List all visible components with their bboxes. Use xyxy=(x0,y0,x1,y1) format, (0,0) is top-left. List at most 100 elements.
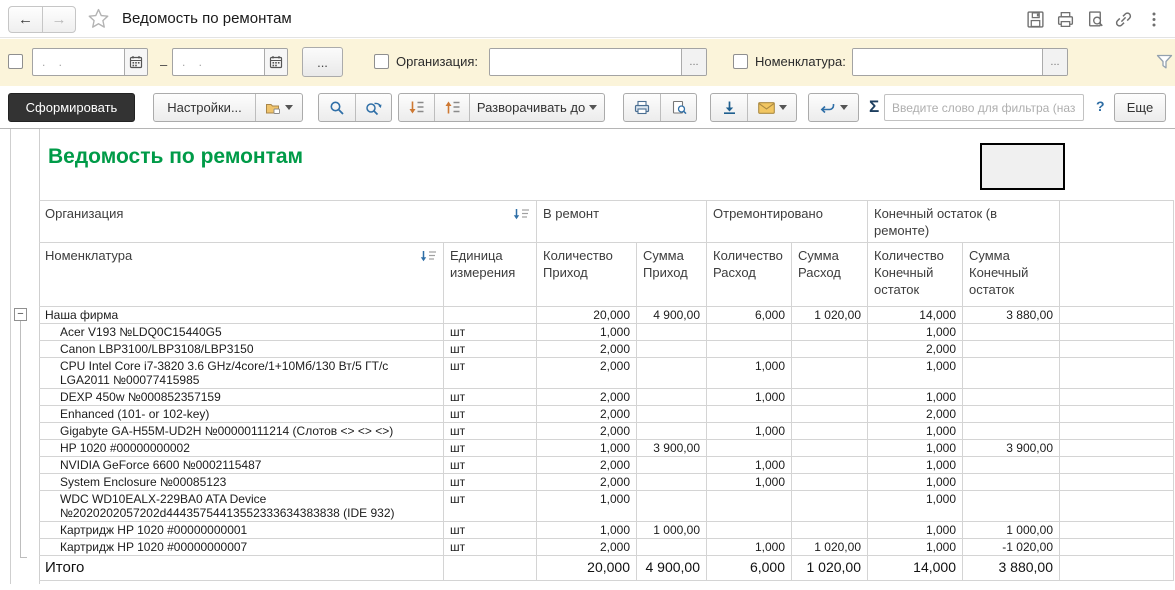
cell-qty-end[interactable]: 1,000 xyxy=(868,324,963,341)
cell-qty-end[interactable]: 1,000 xyxy=(868,457,963,474)
column-header-sum-end[interactable]: Сумма Конечный остаток xyxy=(963,243,1060,307)
cell-sum-out[interactable]: 1 020,00 xyxy=(792,539,868,556)
column-header-qty-in[interactable]: Количество Приход xyxy=(537,243,637,307)
cell-filler[interactable] xyxy=(1060,307,1174,324)
cell-unit[interactable]: шт xyxy=(444,389,537,406)
cell-filler[interactable] xyxy=(1060,440,1174,457)
cell-sum-out[interactable] xyxy=(792,491,868,522)
cell-filler[interactable] xyxy=(1060,556,1174,581)
organization-checkbox[interactable] xyxy=(374,54,389,69)
cell-qty-out[interactable]: 1,000 xyxy=(707,457,792,474)
cell-qty-end[interactable]: 2,000 xyxy=(868,341,963,358)
period-from-input[interactable] xyxy=(33,49,124,75)
organization-input[interactable] xyxy=(490,49,681,75)
cell-name[interactable]: Canon LBP3100/LBP3108/LBP3150 xyxy=(39,341,444,358)
cell-name[interactable]: Наша фирма xyxy=(39,307,444,324)
save-icon[interactable] xyxy=(1026,10,1045,29)
cell-unit[interactable]: шт xyxy=(444,324,537,341)
cell-qty-out[interactable] xyxy=(707,522,792,539)
cell-qty-end[interactable]: 14,000 xyxy=(868,556,963,581)
cell-sum-in[interactable] xyxy=(637,474,707,491)
totals-sigma-button[interactable]: Σ xyxy=(869,97,879,117)
column-header-sum-in[interactable]: Сумма Приход xyxy=(637,243,707,307)
back-button[interactable]: ← xyxy=(9,7,42,32)
cell-filler[interactable] xyxy=(1060,522,1174,539)
cell-unit[interactable]: шт xyxy=(444,440,537,457)
cell-total-label[interactable]: Итого xyxy=(39,556,444,581)
cell-filler[interactable] xyxy=(1060,406,1174,423)
favorite-star-icon[interactable] xyxy=(88,8,109,29)
cell-sum-out[interactable] xyxy=(792,358,868,389)
nomenclature-checkbox[interactable] xyxy=(733,54,748,69)
cell-sum-end[interactable]: 3 880,00 xyxy=(963,307,1060,324)
cell-qty-end[interactable]: 1,000 xyxy=(868,491,963,522)
cell-sum-end[interactable] xyxy=(963,341,1060,358)
column-header-repaired[interactable]: Отремонтировано xyxy=(707,201,868,243)
cell-filler[interactable] xyxy=(1060,491,1174,522)
cell-qty-in[interactable]: 20,000 xyxy=(537,556,637,581)
cell-sum-in[interactable] xyxy=(637,358,707,389)
period-checkbox[interactable] xyxy=(8,54,23,69)
cell-sum-end[interactable] xyxy=(963,457,1060,474)
cell-unit[interactable]: шт xyxy=(444,539,537,556)
cell-unit[interactable]: шт xyxy=(444,341,537,358)
cell-unit[interactable]: шт xyxy=(444,406,537,423)
cell-sum-end[interactable] xyxy=(963,491,1060,522)
cell-name[interactable]: System Enclosure №00085123 xyxy=(39,474,444,491)
cell-qty-in[interactable]: 2,000 xyxy=(537,341,637,358)
cell-qty-out[interactable]: 1,000 xyxy=(707,539,792,556)
cell-qty-in[interactable]: 2,000 xyxy=(537,423,637,440)
print-preview-button[interactable] xyxy=(660,94,696,121)
cell-sum-in[interactable] xyxy=(637,341,707,358)
column-header-qty-end[interactable]: Количество Конечный остаток xyxy=(868,243,963,307)
cell-sum-out[interactable] xyxy=(792,341,868,358)
cell-sum-in[interactable]: 4 900,00 xyxy=(637,307,707,324)
cell-filler[interactable] xyxy=(1060,358,1174,389)
cell-filler[interactable] xyxy=(1060,389,1174,406)
cell-filler[interactable] xyxy=(1060,341,1174,358)
cell-qty-in[interactable]: 2,000 xyxy=(537,457,637,474)
cell-name[interactable]: Enhanced (101- or 102-key) xyxy=(39,406,444,423)
cell-filler[interactable] xyxy=(1060,474,1174,491)
column-header-organization[interactable]: Организация xyxy=(39,201,537,243)
forward-button[interactable]: → xyxy=(42,7,75,32)
search-button[interactable] xyxy=(319,94,355,121)
cell-sum-in[interactable] xyxy=(637,457,707,474)
cell-sum-in[interactable] xyxy=(637,539,707,556)
cell-sum-out[interactable] xyxy=(792,440,868,457)
cell-unit[interactable]: шт xyxy=(444,358,537,389)
cell-unit[interactable] xyxy=(444,556,537,581)
cell-name[interactable]: Gigabyte GA-H55M-UD2H №00000111214 (Слот… xyxy=(39,423,444,440)
cell-sum-end[interactable] xyxy=(963,406,1060,423)
preview-icon[interactable] xyxy=(1086,10,1105,29)
cell-sum-out[interactable] xyxy=(792,423,868,440)
cell-unit[interactable]: шт xyxy=(444,474,537,491)
cell-qty-out[interactable]: 1,000 xyxy=(707,358,792,389)
cell-unit[interactable]: шт xyxy=(444,423,537,440)
cell-qty-in[interactable]: 2,000 xyxy=(537,358,637,389)
help-link[interactable]: ? xyxy=(1096,98,1105,114)
collapse-group-button[interactable]: − xyxy=(14,308,27,321)
cell-name[interactable]: Картридж HP 1020 #00000000007 xyxy=(39,539,444,556)
cell-sum-in[interactable] xyxy=(637,406,707,423)
cell-qty-in[interactable]: 2,000 xyxy=(537,406,637,423)
cell-unit[interactable]: шт xyxy=(444,457,537,474)
cell-filler[interactable] xyxy=(1060,457,1174,474)
cell-qty-in[interactable]: 1,000 xyxy=(537,324,637,341)
cell-qty-out[interactable]: 6,000 xyxy=(707,556,792,581)
selected-cell-box[interactable] xyxy=(980,143,1065,190)
cell-filler[interactable] xyxy=(1060,324,1174,341)
cell-qty-in[interactable]: 1,000 xyxy=(537,522,637,539)
cell-name[interactable]: HP 1020 #00000000002 xyxy=(39,440,444,457)
cell-qty-out[interactable] xyxy=(707,406,792,423)
cell-qty-end[interactable]: 1,000 xyxy=(868,474,963,491)
cell-qty-out[interactable]: 6,000 xyxy=(707,307,792,324)
cell-qty-in[interactable]: 2,000 xyxy=(537,539,637,556)
cell-qty-out[interactable]: 1,000 xyxy=(707,474,792,491)
cell-qty-out[interactable] xyxy=(707,341,792,358)
more-actions-button[interactable]: Еще xyxy=(1114,93,1166,122)
generate-button[interactable]: Сформировать xyxy=(8,93,135,122)
cell-sum-end[interactable]: 3 900,00 xyxy=(963,440,1060,457)
cell-sum-out[interactable] xyxy=(792,324,868,341)
cell-name[interactable]: Картридж HP 1020 #00000000001 xyxy=(39,522,444,539)
